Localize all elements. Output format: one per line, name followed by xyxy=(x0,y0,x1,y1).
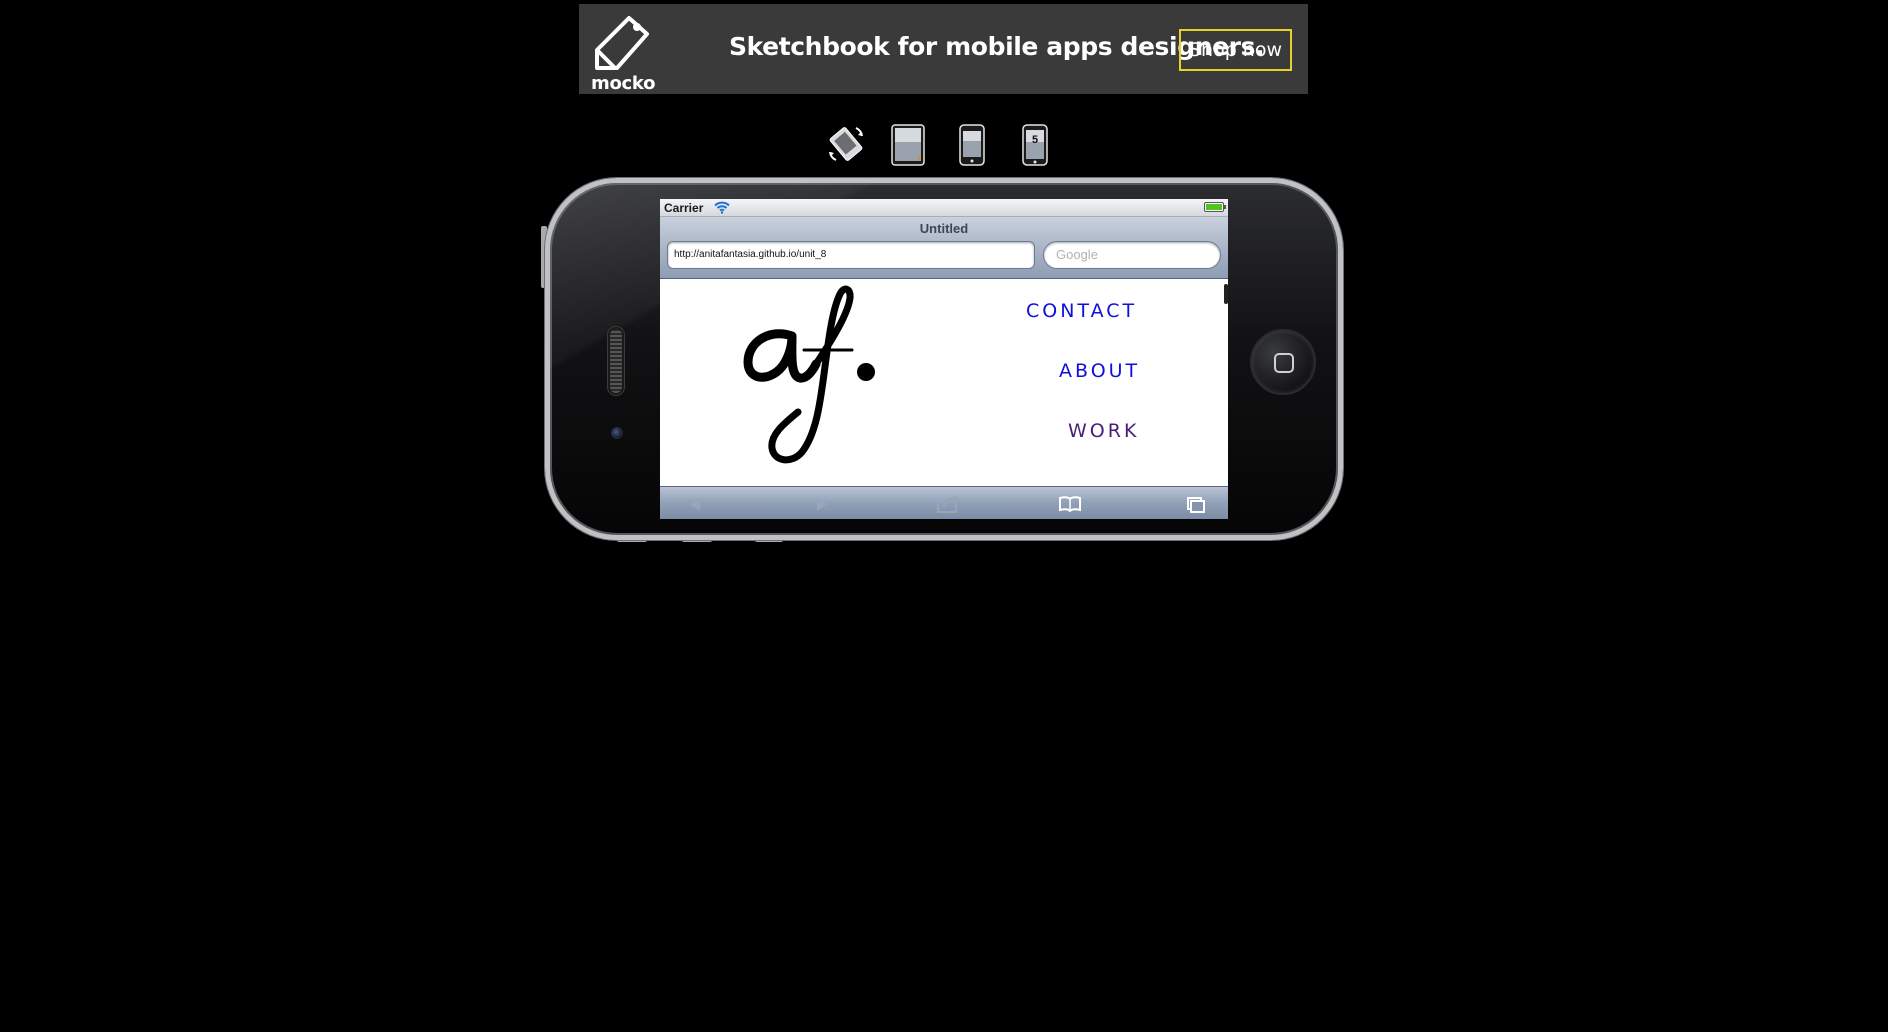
earpiece-speaker xyxy=(608,327,624,395)
browser-navbar: Untitled http://anitafantasia.github.io/… xyxy=(660,217,1228,279)
front-camera xyxy=(611,427,623,439)
nav-contact[interactable]: CONTACT xyxy=(1026,300,1137,322)
pencil-icon xyxy=(595,16,649,70)
ad-banner[interactable]: mocko Sketchbook for mobile apps designe… xyxy=(579,4,1308,94)
home-button[interactable] xyxy=(1250,329,1316,395)
nav-work[interactable]: WORK xyxy=(1068,420,1139,442)
page-title: Untitled xyxy=(919,221,969,236)
nav-about[interactable]: ABOUT xyxy=(1059,360,1140,382)
rotate-button[interactable] xyxy=(826,124,866,169)
search-input[interactable]: Google xyxy=(1043,241,1221,269)
url-field[interactable]: http://anitafantasia.github.io/unit_8 xyxy=(667,241,1035,269)
forward-icon[interactable] xyxy=(814,494,830,514)
mocko-logo: mocko xyxy=(589,10,659,94)
iphone5-button[interactable]: 5 xyxy=(1022,124,1048,171)
scrollbar-thumb[interactable] xyxy=(1224,284,1228,304)
carrier-label: Carrier xyxy=(664,201,704,215)
back-icon[interactable] xyxy=(687,494,703,514)
battery-icon xyxy=(1204,202,1226,212)
phone-screen: Carrier Untitled http://anitafantasia.gi… xyxy=(660,199,1228,519)
browser-toolbar xyxy=(660,486,1228,519)
tabs-icon[interactable] xyxy=(1186,494,1206,514)
ad-brand: mocko xyxy=(591,73,656,94)
home-square-icon xyxy=(1274,353,1294,373)
iphone5-badge: 5 xyxy=(1031,134,1039,146)
iphone-button[interactable] xyxy=(959,124,985,171)
web-content: CONTACT ABOUT WORK xyxy=(660,280,1228,486)
share-icon[interactable] xyxy=(936,494,960,514)
rotate-icon xyxy=(829,127,863,161)
iphone-icon xyxy=(959,124,985,166)
ipad-icon xyxy=(891,124,925,166)
ipad-button[interactable] xyxy=(891,124,925,171)
af-logo[interactable] xyxy=(740,284,880,464)
status-bar: Carrier xyxy=(660,199,1228,217)
shop-now-button[interactable]: Shop now xyxy=(1179,29,1292,71)
wifi-icon xyxy=(714,201,730,214)
bookmarks-icon[interactable] xyxy=(1058,494,1082,514)
